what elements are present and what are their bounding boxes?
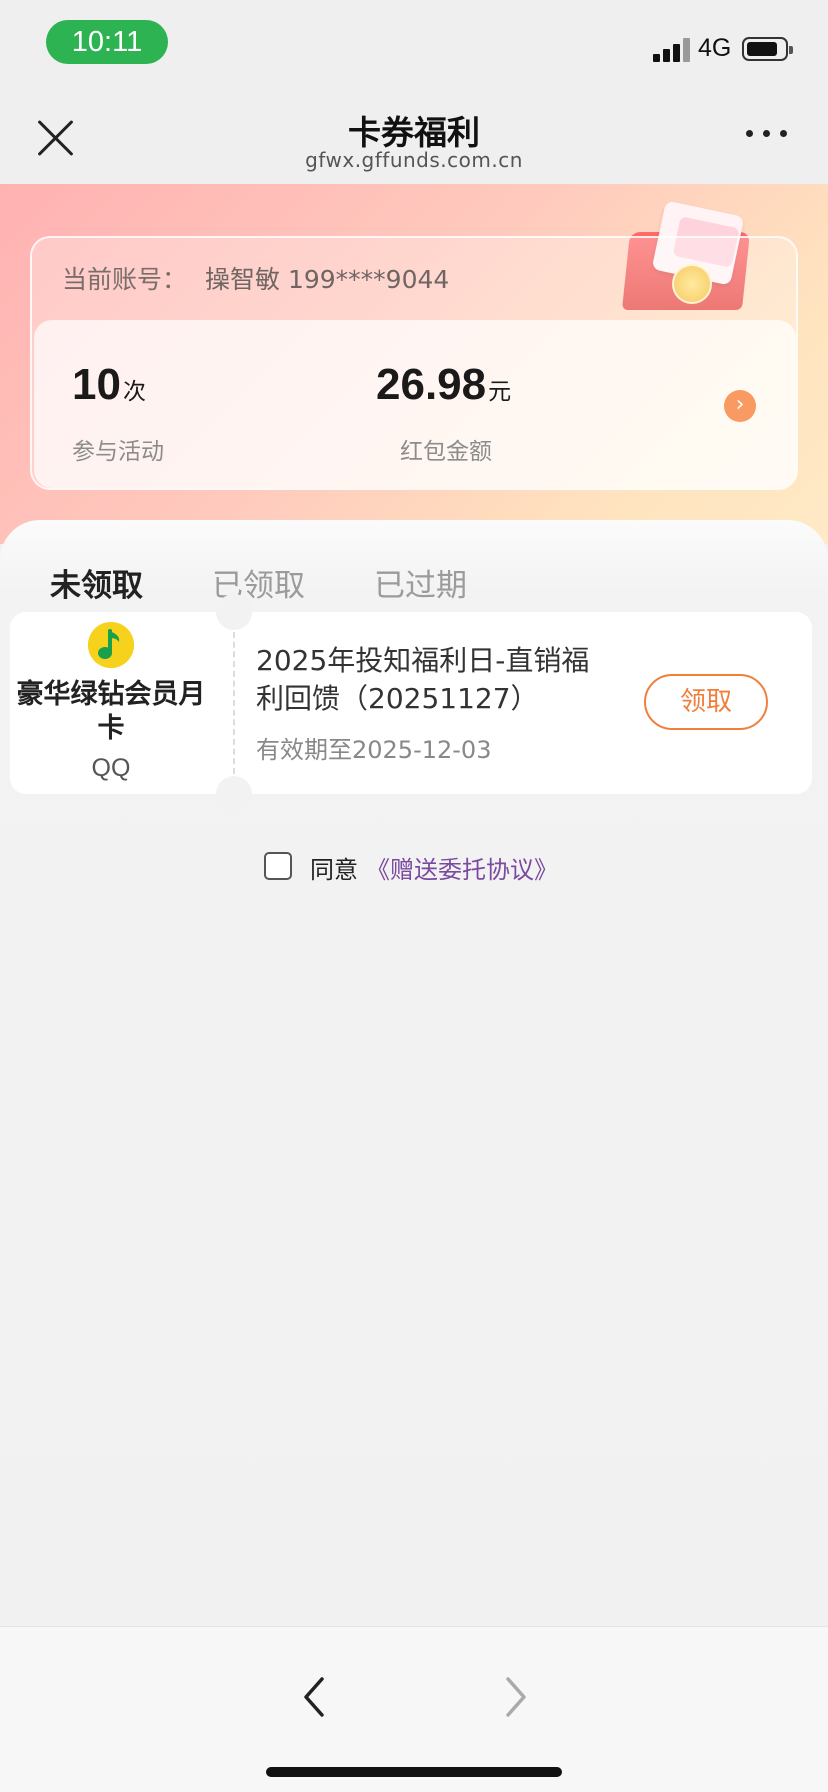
participations-value: 10次 (72, 360, 146, 409)
nav-header: 卡券福利 gfwx.gffunds.com.cn (0, 88, 828, 184)
agreement-link[interactable]: 《赠送委托协议》 (366, 850, 558, 885)
battery-icon (742, 37, 793, 61)
qq-music-icon (88, 622, 134, 668)
amount-value: 26.98元 (376, 360, 512, 409)
account-card: 当前账号： 操智敏 199****9044 10次 参与活动 26.98元 红包金… (30, 236, 798, 490)
account-banner: 当前账号： 操智敏 199****9044 10次 参与活动 26.98元 红包金… (0, 184, 828, 544)
coupon-card: 豪华绿钻会员月卡 QQ 2025年投知福利日-直销福利回馈（20251127） … (10, 594, 812, 812)
signal-icon (653, 38, 691, 62)
page-title: 卡券福利 (348, 113, 480, 152)
coupon-name: 豪华绿钻会员月卡 (16, 679, 206, 744)
agree-text: 同意 (310, 856, 358, 884)
account-line: 当前账号： 操智敏 199****9044 (62, 260, 449, 296)
network-type: 4G (698, 34, 732, 62)
coupon-brand: QQ (91, 754, 131, 782)
forward-arrow-icon[interactable] (502, 1675, 532, 1719)
tab-expired[interactable]: 已过期 (374, 560, 467, 605)
stats-panel[interactable]: 10次 参与活动 26.98元 红包金额 › (34, 320, 796, 488)
claim-button[interactable]: 领取 (644, 674, 768, 730)
coupon-title: 2025年投知福利日-直销福利回馈（20251127） (256, 644, 590, 715)
tab-bar: 未领取 已领取 已过期 (0, 540, 828, 620)
browser-bottom-bar (0, 1626, 828, 1792)
coupon-sheet: 未领取 已领取 已过期 豪华绿钻会员月卡 QQ 2025年投知福利日-直销福利回… (0, 520, 828, 1626)
account-label: 当前账号： (62, 265, 188, 294)
agree-checkbox[interactable] (264, 852, 292, 880)
coupon-expiry: 有效期至2025-12-03 (256, 736, 492, 764)
chevron-right-icon[interactable]: › (724, 390, 756, 422)
account-name: 操智敏 199****9044 (205, 265, 450, 294)
status-bar: 10:11 4G (0, 0, 828, 88)
divider (233, 632, 235, 774)
amount-label: 红包金额 (400, 439, 492, 465)
participations-label: 参与活动 (72, 439, 164, 465)
page-domain: gfwx.gffunds.com.cn (305, 148, 523, 172)
home-indicator (266, 1767, 562, 1777)
more-icon[interactable] (746, 128, 790, 140)
back-arrow-icon[interactable] (298, 1675, 328, 1719)
status-time: 10:11 (46, 20, 168, 64)
tab-unclaimed[interactable]: 未领取 (50, 560, 143, 605)
